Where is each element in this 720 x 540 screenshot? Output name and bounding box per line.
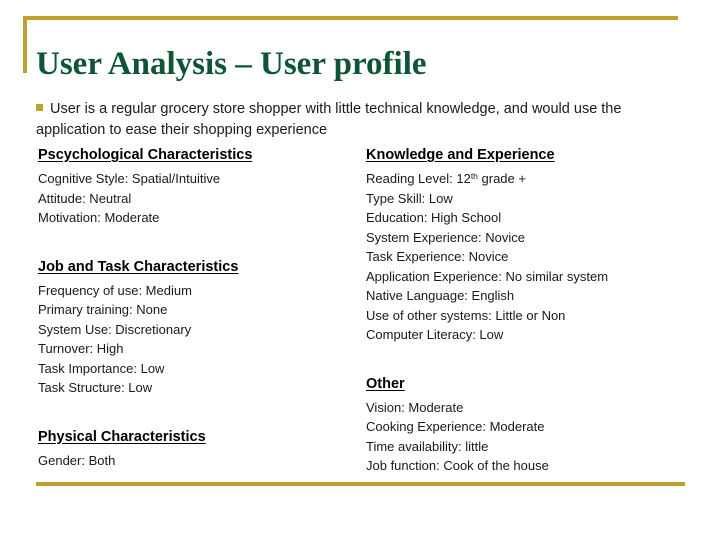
- left-column: Pscychological Characteristics Cognitive …: [38, 146, 338, 470]
- list-item: Reading Level: 12th grade +: [366, 171, 526, 186]
- presentation-slide: User Analysis – User profile User is a r…: [0, 0, 720, 540]
- list-item: Application Experience: No similar syste…: [366, 268, 609, 284]
- list-item: Job function: Cook of the house: [366, 458, 549, 473]
- square-bullet-icon: [36, 103, 43, 111]
- section-heading: Job and Task Characteristics: [38, 258, 239, 275]
- title-frame-left-rule: [23, 16, 27, 73]
- section-item-list: Gender: Both: [38, 451, 338, 471]
- section-heading: Knowledge and Experience: [366, 147, 555, 163]
- list-item: Turnover: High: [38, 341, 124, 356]
- list-item: Cooking Experience: Moderate: [366, 419, 545, 434]
- section-item-list: Frequency of use: Medium Primary training…: [38, 281, 338, 398]
- section-item-list: Reading Level: 12th grade + Type Skill: L…: [366, 169, 686, 345]
- list-item: Attitude: Neutral: [38, 190, 132, 206]
- section-pscychological-characteristics: Pscychological Characteristics Cognitive …: [38, 146, 338, 228]
- footer-rule: [36, 482, 685, 486]
- list-item: Use of other systems: Little or Non: [366, 307, 566, 323]
- list-item: Gender: Both: [38, 452, 116, 468]
- intro-bullet-text: User is a regular grocery store shopper …: [36, 100, 622, 138]
- right-column: Knowledge and Experience Reading Level: 1…: [366, 146, 686, 476]
- section-heading: Physical Characteristics: [38, 428, 206, 445]
- list-item: System Experience: Novice: [366, 229, 525, 245]
- list-item: Time availability: little: [366, 438, 489, 454]
- slide-title: User Analysis – User profile: [36, 46, 427, 83]
- section-physical-characteristics: Physical Characteristics Gender: Both: [38, 428, 338, 471]
- section-heading: Other: [366, 375, 405, 392]
- list-item: Native Language: English: [366, 288, 515, 303]
- section-job-and-task-characteristics: Job and Task Characteristics Frequency of…: [38, 258, 338, 398]
- list-item: Vision: Moderate: [366, 399, 464, 415]
- section-knowledge-and-experience: Knowledge and Experience Reading Level: 1…: [366, 146, 686, 345]
- title-frame-top-rule: [23, 16, 678, 20]
- list-item: Cognitive Style: Spatial/Intuitive: [38, 171, 221, 186]
- section-other: Other Vision: Moderate Cooking Experience:…: [366, 375, 686, 476]
- list-item: Frequency of use: Medium: [38, 282, 192, 298]
- list-item: Computer Literacy: Low: [366, 327, 504, 342]
- intro-bullet-paragraph: User is a regular grocery store shopper …: [36, 99, 668, 141]
- ordinal-superscript: th: [470, 171, 478, 181]
- section-item-list: Cognitive Style: Spatial/Intuitive Attitu…: [38, 169, 338, 228]
- list-item: Primary training: None: [38, 302, 168, 317]
- list-item: Task Experience: Novice: [366, 249, 509, 264]
- section-item-list: Vision: Moderate Cooking Experience: Mode…: [366, 398, 686, 476]
- list-item: Type Skill: Low: [366, 190, 453, 206]
- list-item: Education: High School: [366, 210, 502, 225]
- section-heading: Pscychological Characteristics: [38, 147, 253, 163]
- list-item: Task Structure: Low: [38, 380, 153, 395]
- list-item: Motivation: Moderate: [38, 210, 160, 225]
- list-item: System Use: Discretionary: [38, 321, 192, 337]
- list-item: Task Importance: Low: [38, 360, 165, 376]
